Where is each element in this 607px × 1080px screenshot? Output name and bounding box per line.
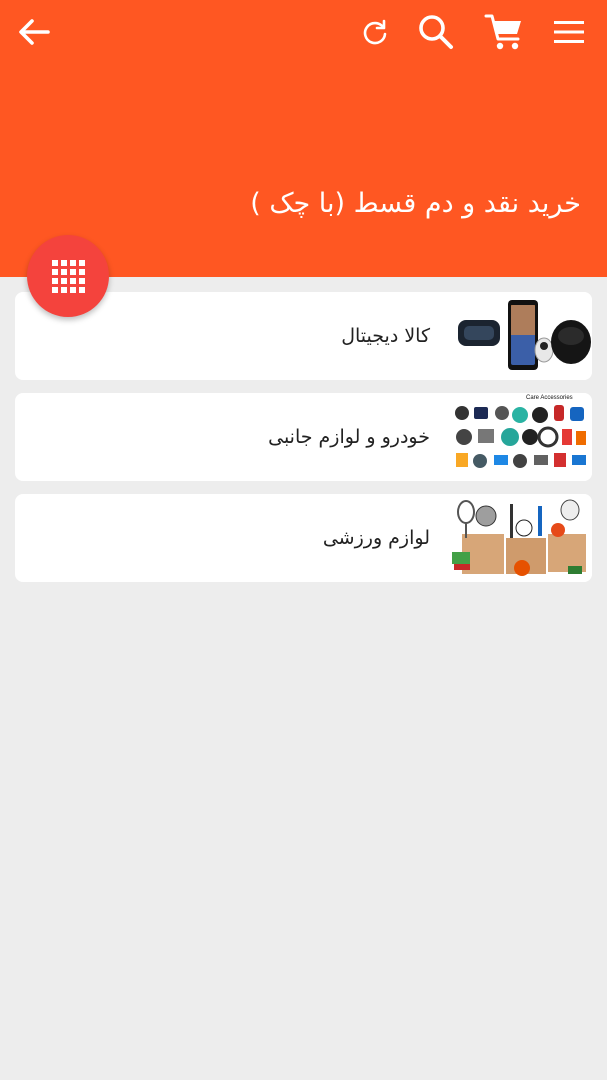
category-label: لوازم ورزشی [322, 527, 430, 549]
category-label: کالا دیجیتال [341, 325, 430, 347]
sports-equipment-image [450, 494, 592, 582]
category-item-digital[interactable]: کالا دیجیتال [15, 292, 592, 380]
digital-goods-image [450, 292, 592, 380]
search-button[interactable] [412, 8, 460, 56]
car-accessories-image: Care Accessories [450, 393, 592, 481]
refresh-icon [363, 19, 387, 45]
apps-grid-icon [52, 260, 85, 293]
search-icon [419, 15, 453, 49]
category-item-car-accessories[interactable]: Care Accessories خودرو و لوازم جانبی [15, 393, 592, 481]
refresh-button[interactable] [351, 8, 399, 56]
arrow-left-icon [19, 19, 50, 45]
image-caption: Care Accessories [526, 395, 573, 401]
category-label: خودرو و لوازم جانبی [268, 426, 430, 448]
category-item-sports[interactable]: لوازم ورزشی [15, 494, 592, 582]
apps-fab-button[interactable] [27, 235, 109, 317]
page-title: خرید نقد و دم قسط (با چک ) [250, 188, 581, 219]
cart-button[interactable] [480, 8, 528, 56]
category-list: کالا دیجیتال Care Accessories خودرو و لو… [15, 292, 592, 595]
hamburger-menu-icon [554, 21, 584, 43]
menu-button[interactable] [545, 8, 593, 56]
app-header: خرید نقد و دم قسط (با چک ) [0, 0, 607, 277]
back-button[interactable] [10, 8, 58, 56]
cart-icon [484, 14, 521, 50]
